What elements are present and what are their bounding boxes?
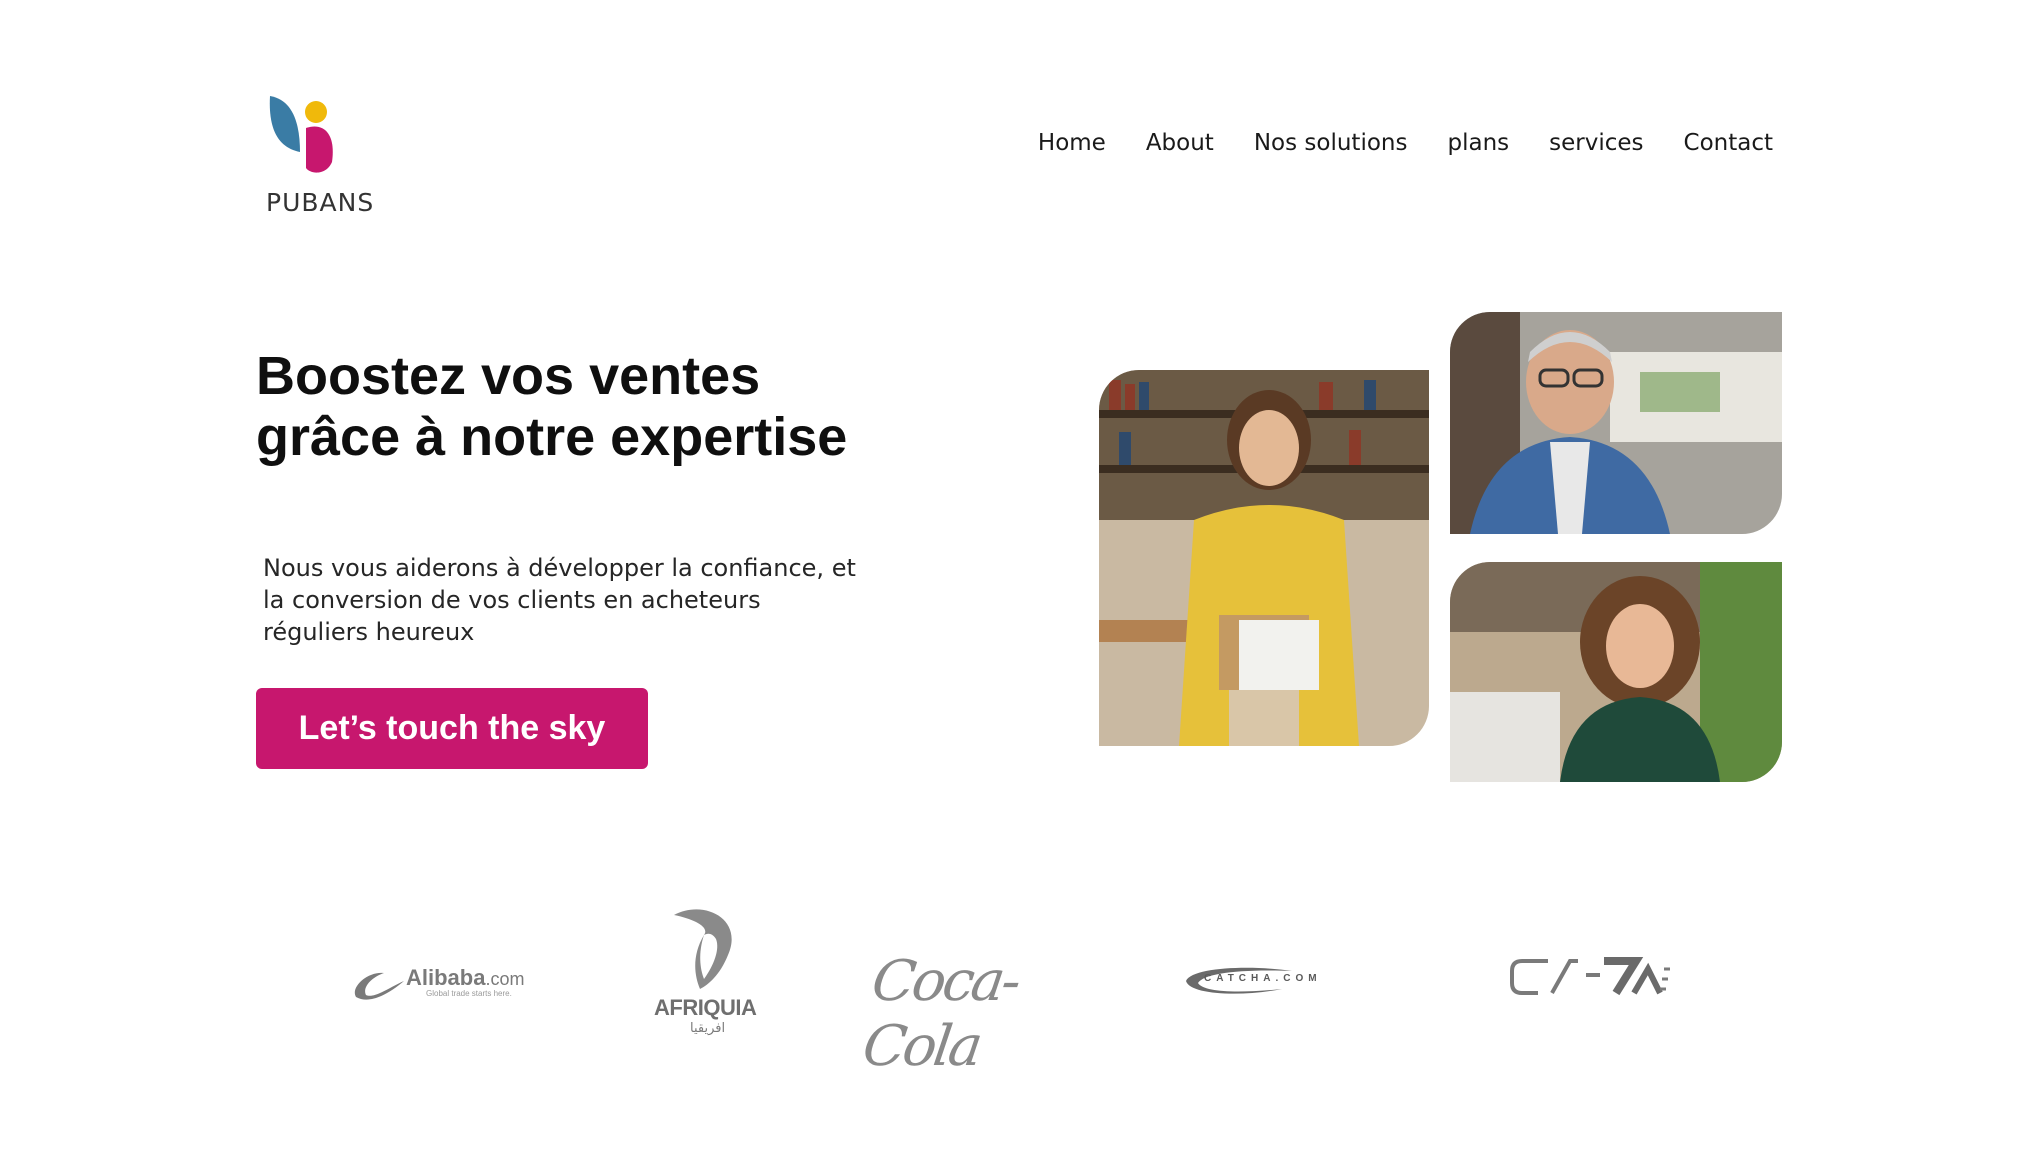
alibaba-wordmark: Alibaba.com (406, 965, 525, 990)
ctm-wordmark-graphic (1510, 957, 1670, 996)
afriquia-wordmark: AFRIQUIA (654, 995, 757, 1020)
catcha-wordmark: CATCHA.COM (1204, 973, 1322, 984)
woman-curly-hair-photo (1450, 562, 1782, 782)
partner-logos: Alibaba.com Global trade starts here. AF… (340, 905, 1700, 1079)
nav-about[interactable]: About (1146, 130, 1214, 156)
man-glasses-photo (1450, 312, 1782, 534)
afriquia-arabic-wordmark: افريقيا (690, 1021, 726, 1036)
coca-cola-wordmark: Coca-Cola (858, 949, 1023, 1079)
afriquia-logo: AFRIQUIA افريقيا (650, 905, 770, 1040)
alibaba-logo: Alibaba.com Global trade starts here. (350, 965, 530, 1005)
ctm-logo (1508, 953, 1678, 1003)
brand-name: PUBANS (266, 188, 375, 217)
alibaba-tagline: Global trade starts here. (426, 989, 512, 998)
nav-home[interactable]: Home (1038, 130, 1106, 156)
hero-headline: Boostez vos ventes grâce à notre experti… (256, 346, 848, 467)
nav-contact[interactable]: Contact (1684, 130, 1773, 156)
coca-cola-logo: Coca-Cola (859, 945, 1068, 1079)
brand-logo[interactable]: PUBANS (256, 92, 376, 222)
cta-button[interactable]: Let’s touch the sky (256, 688, 648, 769)
hero-subtitle: Nous vous aiderons à développer la confi… (263, 554, 856, 646)
nav-plans[interactable]: plans (1447, 130, 1509, 156)
main-nav: Home About Nos solutions plans services … (1038, 130, 1773, 156)
nav-services[interactable]: services (1549, 130, 1643, 156)
woman-yellow-shirt-photo (1099, 370, 1429, 746)
catcha-logo: CATCHA.COM (1182, 957, 1382, 997)
nav-nos-solutions[interactable]: Nos solutions (1254, 130, 1408, 156)
pubans-logo-icon (269, 96, 333, 173)
